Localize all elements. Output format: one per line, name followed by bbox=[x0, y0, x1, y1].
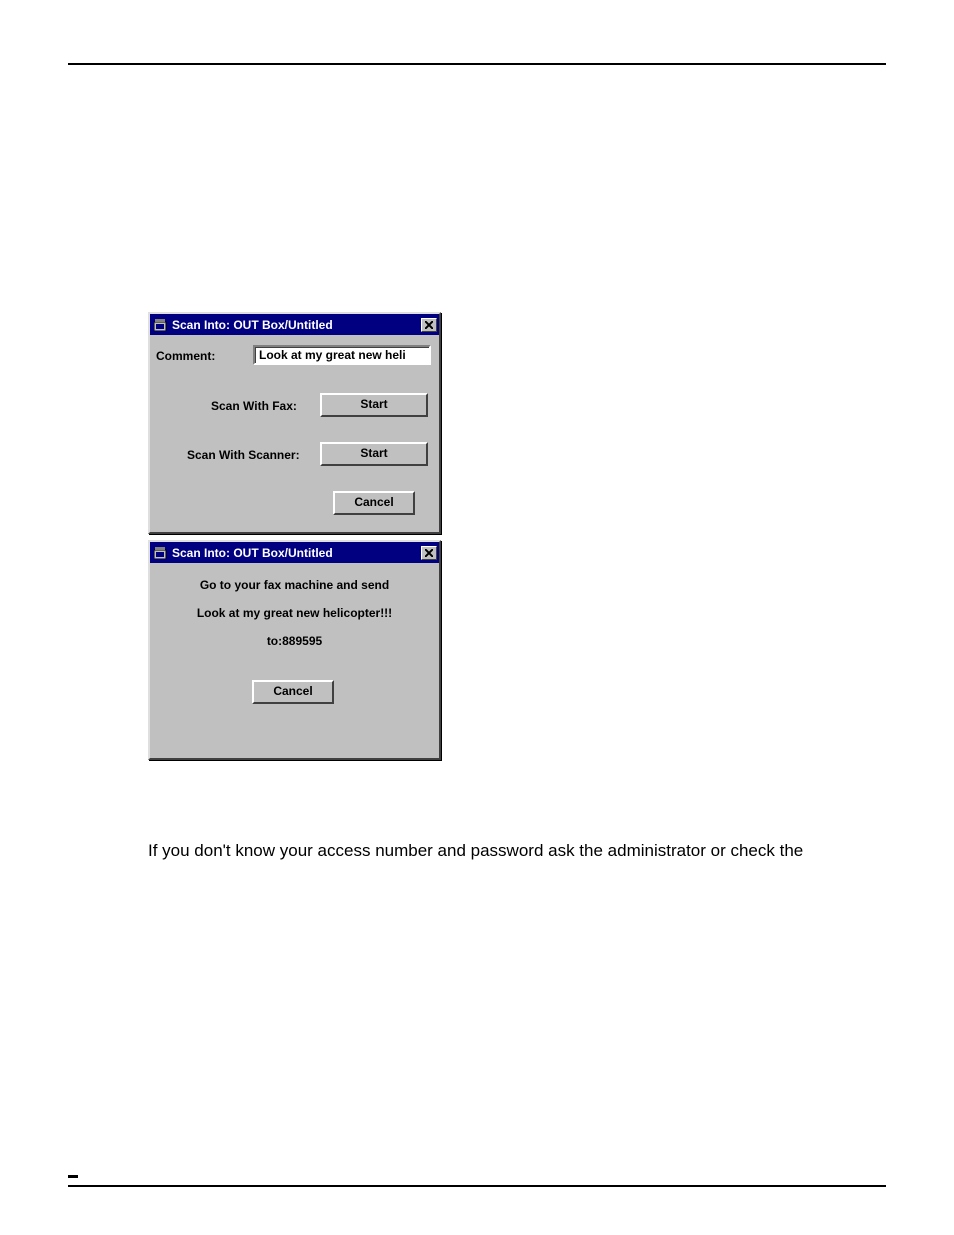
dialog1-client: Comment: Look at my great new heli Scan … bbox=[150, 335, 439, 532]
fax-instruction-line3: to:889595 bbox=[150, 634, 439, 648]
titlebar-1: Scan Into: OUT Box/Untitled bbox=[150, 314, 439, 335]
scan-with-fax-start-button[interactable]: Start bbox=[320, 393, 428, 417]
scan-with-fax-label: Scan With Fax: bbox=[211, 399, 297, 413]
fax-instruction-line1: Go to your fax machine and send bbox=[150, 578, 439, 592]
close-icon bbox=[425, 321, 433, 329]
dialog1-cancel-button[interactable]: Cancel bbox=[333, 491, 415, 515]
scan-with-scanner-start-button[interactable]: Start bbox=[320, 442, 428, 466]
dialog2-client: Go to your fax machine and send Look at … bbox=[150, 563, 439, 758]
dialog2-cancel-button[interactable]: Cancel bbox=[252, 680, 334, 704]
body-paragraph: If you don't know your access number and… bbox=[148, 841, 803, 861]
scan-into-dialog-2: Scan Into: OUT Box/Untitled Go to your f… bbox=[148, 540, 441, 760]
dialog-title: Scan Into: OUT Box/Untitled bbox=[172, 318, 421, 332]
app-icon bbox=[154, 547, 168, 559]
app-icon bbox=[154, 319, 168, 331]
scan-into-dialog-1: Scan Into: OUT Box/Untitled Comment: Loo… bbox=[148, 312, 441, 534]
bottom-horizontal-rule bbox=[68, 1185, 886, 1187]
close-button[interactable] bbox=[421, 318, 437, 332]
comment-label: Comment: bbox=[156, 349, 215, 363]
titlebar-2: Scan Into: OUT Box/Untitled bbox=[150, 542, 439, 563]
top-horizontal-rule bbox=[68, 63, 886, 65]
scan-with-scanner-label: Scan With Scanner: bbox=[187, 448, 300, 462]
footer-dash bbox=[68, 1175, 78, 1178]
dialog-title: Scan Into: OUT Box/Untitled bbox=[172, 546, 421, 560]
fax-instruction-line2: Look at my great new helicopter!!! bbox=[150, 606, 439, 620]
close-icon bbox=[425, 549, 433, 557]
document-page: Scan Into: OUT Box/Untitled Comment: Loo… bbox=[0, 0, 954, 1235]
close-button[interactable] bbox=[421, 546, 437, 560]
comment-input[interactable]: Look at my great new heli bbox=[253, 345, 431, 365]
